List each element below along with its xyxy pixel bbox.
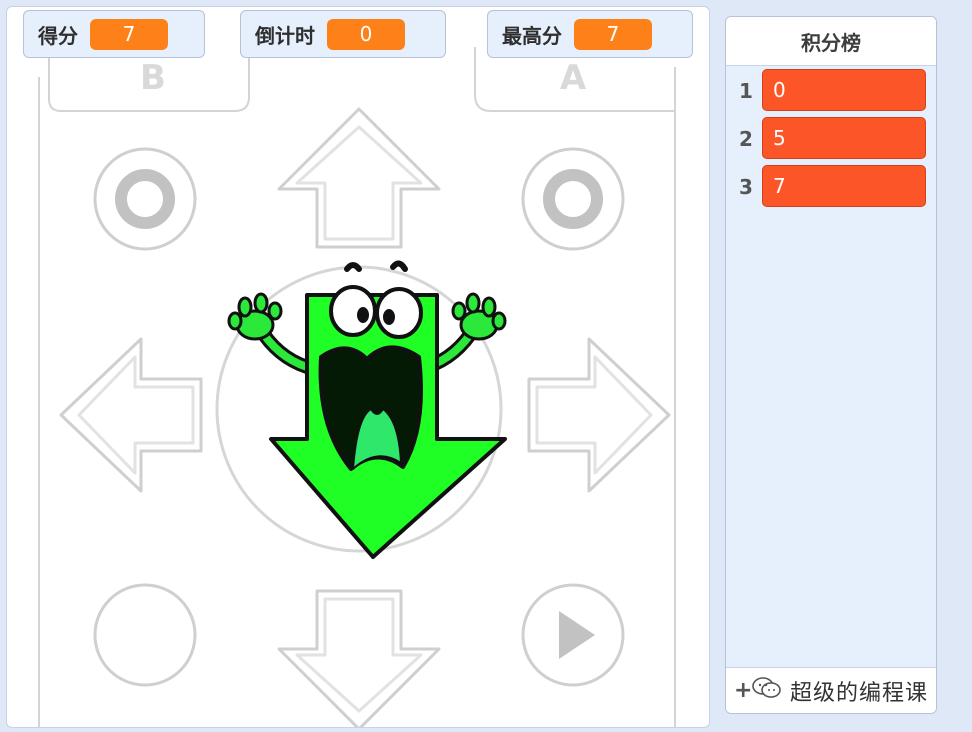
score-value: 7 bbox=[90, 18, 168, 50]
list-item-index: 1 bbox=[739, 79, 753, 103]
watermark-text: 超级的编程课 bbox=[790, 681, 929, 706]
right-arrow-inner bbox=[535, 355, 653, 475]
list-item[interactable]: 2 5 bbox=[726, 117, 936, 161]
list-item-index: 3 bbox=[739, 175, 753, 199]
gamepad-background: B A bbox=[38, 47, 676, 727]
timer-label: 倒计时 bbox=[255, 23, 315, 48]
score-monitor: 得分 7 bbox=[23, 10, 205, 58]
wechat-icon bbox=[752, 676, 782, 706]
list-item[interactable]: 1 0 bbox=[726, 69, 936, 113]
play-button bbox=[521, 583, 625, 687]
list-item-index: 2 bbox=[739, 127, 753, 151]
circle-button-bottom-left bbox=[93, 583, 197, 687]
b-button-letter: B bbox=[140, 58, 166, 98]
list-item-value[interactable]: 0 bbox=[762, 69, 926, 111]
stage[interactable]: B A bbox=[6, 6, 710, 728]
highscore-monitor: 最高分 7 bbox=[487, 10, 693, 58]
timer-value: 0 bbox=[327, 18, 405, 50]
add-item-button[interactable]: + bbox=[734, 678, 752, 703]
a-button-letter: A bbox=[560, 58, 587, 98]
green-arrow-character bbox=[227, 260, 507, 559]
highscore-label: 最高分 bbox=[502, 23, 562, 48]
list-item[interactable]: 3 7 bbox=[726, 165, 936, 209]
score-label: 得分 bbox=[38, 23, 78, 48]
list-item-value[interactable]: 7 bbox=[762, 165, 926, 207]
list-item-value[interactable]: 5 bbox=[762, 117, 926, 159]
leaderboard-list[interactable]: 积分榜 1 0 2 5 3 7 + bbox=[725, 16, 937, 714]
leaderboard-title: 积分榜 bbox=[726, 17, 936, 66]
timer-monitor: 倒计时 0 bbox=[240, 10, 446, 58]
left-arrow-inner bbox=[77, 355, 195, 475]
watermark: 超级的编程课 bbox=[752, 674, 928, 708]
circle-button-top-left bbox=[93, 147, 197, 251]
highscore-value: 7 bbox=[574, 18, 652, 50]
circle-button-top-right bbox=[521, 147, 625, 251]
